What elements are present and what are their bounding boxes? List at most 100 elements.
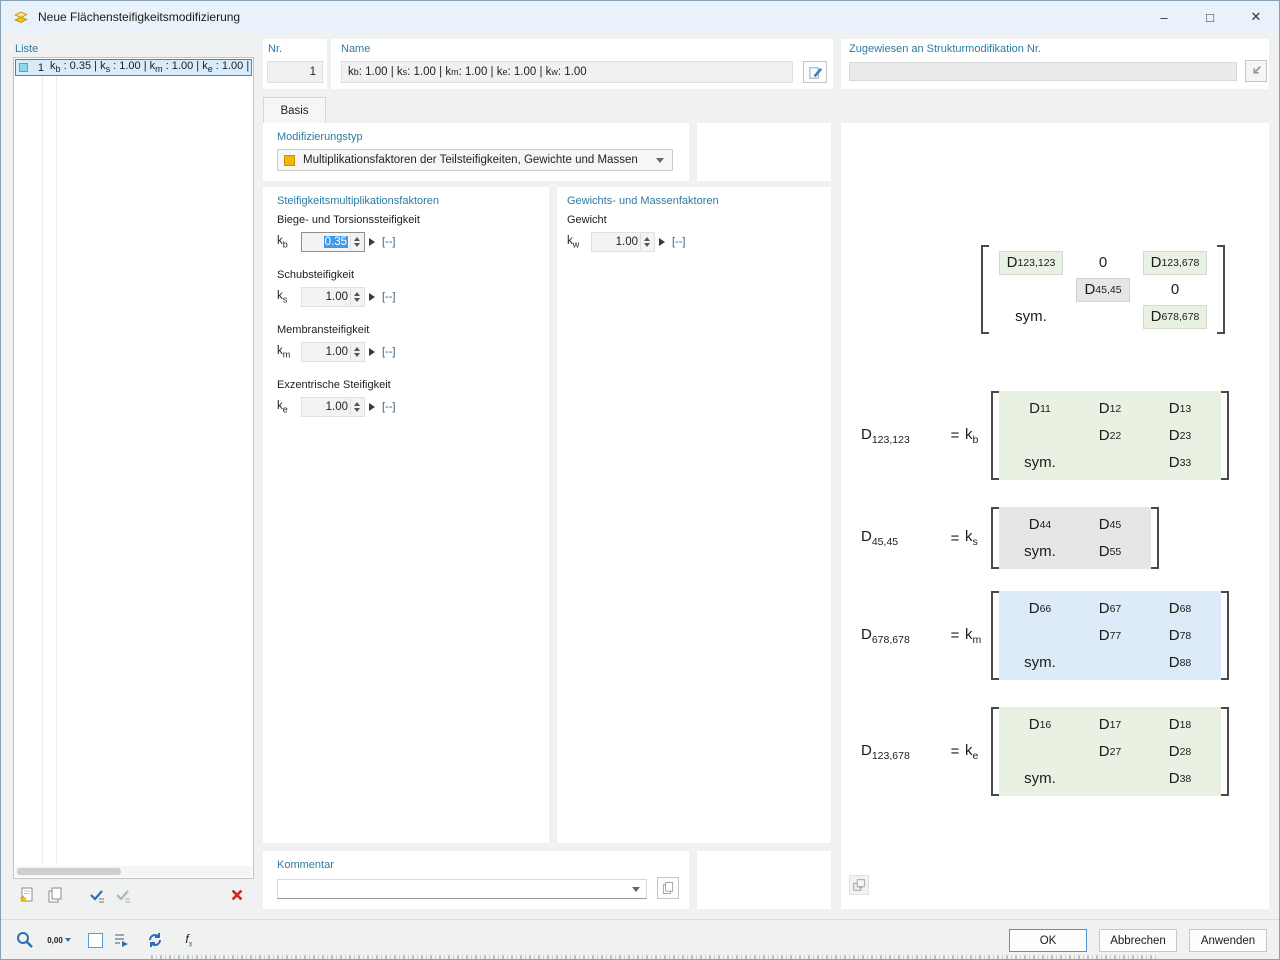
refresh-button[interactable] <box>143 928 167 952</box>
color-box-icon <box>88 933 103 948</box>
copy-icon <box>46 886 64 904</box>
apply-button[interactable]: Anwenden <box>1189 929 1267 952</box>
ks-detail-button[interactable] <box>369 293 375 301</box>
ke-spinner[interactable] <box>350 399 363 415</box>
ks-input[interactable]: 1.00 <box>301 287 365 307</box>
cancel-button[interactable]: Abbrechen <box>1099 929 1177 952</box>
graphic-options-button[interactable] <box>849 875 869 895</box>
ke-detail-button[interactable] <box>369 403 375 411</box>
equation-kb: D123,123 = kb D11D12D13D22D23sym.D33 <box>861 391 1229 480</box>
pencil-icon <box>808 65 823 80</box>
overview-matrix: D123,1230D123,678D45,450sym.D678,678 <box>981 245 1225 334</box>
km-row: km 1.00 [--] <box>277 342 395 362</box>
pick-arrow-icon <box>1249 64 1263 78</box>
kw-detail-button[interactable] <box>659 238 665 246</box>
kb-matrix: D11D12D13D22D23sym.D33 <box>991 391 1229 480</box>
weight-panel: Gewichts- und Massenfaktoren Gewicht kw … <box>557 187 831 843</box>
ok-button[interactable]: OK <box>1009 929 1087 952</box>
formula-button[interactable]: fx <box>177 928 201 952</box>
delete-item-button[interactable] <box>227 885 247 905</box>
spacer-panel <box>697 123 831 181</box>
assign-pick-button[interactable] <box>1245 60 1267 82</box>
name-field[interactable]: kb : 1.00 | ks : 1.00 | km : 1.00 | ke :… <box>341 61 793 83</box>
km-matrix: D66D67D68D77D78sym.D88 <box>991 591 1229 680</box>
stiffness-panel: Steifigkeitsmultiplikationsfaktoren Bieg… <box>263 187 549 843</box>
ks-spinner[interactable] <box>350 289 363 305</box>
modification-type-select[interactable]: Multiplikationsfaktoren der Teilsteifigk… <box>277 149 673 171</box>
ks-matrix: D44D45sym.D55 <box>991 507 1159 569</box>
new-item-button[interactable] <box>17 885 37 905</box>
spin-down-icon <box>644 243 650 247</box>
factor-label: ke <box>965 742 991 762</box>
spacer-panel <box>697 851 831 909</box>
comment-copy-button[interactable] <box>657 877 679 899</box>
kb-label: kb <box>277 235 301 249</box>
comment-combobox[interactable] <box>277 879 647 899</box>
chevron-down-icon <box>656 158 664 163</box>
chevron-down-icon <box>632 887 640 892</box>
close-button[interactable]: ✕ <box>1233 1 1279 33</box>
ke-label: ke <box>277 400 301 414</box>
km-label: km <box>277 345 301 359</box>
modification-list[interactable]: 1 kb : 0.35 | ks : 1.00 | km : 1.00 | ke… <box>13 57 254 879</box>
nr-field[interactable]: 1 <box>267 61 323 83</box>
copy-icon <box>661 881 675 895</box>
kb-spinner[interactable] <box>350 234 363 250</box>
tab-basis[interactable]: Basis <box>263 97 326 123</box>
decimal-places-icon: 0,00 <box>47 936 63 945</box>
spin-down-icon <box>354 243 360 247</box>
list-item[interactable]: 1 kb : 0.35 | ks : 1.00 | km : 1.00 | ke… <box>15 59 252 76</box>
statusbar-divider <box>1 919 1279 920</box>
list-horizontal-scrollbar[interactable] <box>15 866 252 877</box>
arrow-right-icon <box>369 238 375 246</box>
factor-label: ks <box>965 528 991 548</box>
km-input[interactable]: 1.00 <box>301 342 365 362</box>
titlebar[interactable]: Neue Flächensteifigkeitsmodifizierung – … <box>1 1 1279 33</box>
ke-group-label: Exzentrische Steifigkeit <box>277 379 391 391</box>
ke-input[interactable]: 1.00 <box>301 397 365 417</box>
display-color-button[interactable] <box>83 928 107 952</box>
assign-label: Zugewiesen an Strukturmodifikation Nr. <box>849 43 1041 55</box>
matrix-graphic-panel: D123,1230D123,678D45,450sym.D678,678 D12… <box>841 123 1269 909</box>
kw-spinner[interactable] <box>640 234 653 250</box>
uncheck-all-button[interactable] <box>113 885 133 905</box>
spin-up-icon <box>354 292 360 296</box>
km-detail-button[interactable] <box>369 348 375 356</box>
kw-row: kw 1.00 [--] <box>567 232 685 252</box>
list-column-divider <box>56 58 57 864</box>
name-edit-button[interactable] <box>803 61 827 83</box>
name-panel: Name kb : 1.00 | ks : 1.00 | km : 1.00 |… <box>331 39 833 89</box>
ks-unit: [--] <box>382 291 395 303</box>
kw-input[interactable]: 1.00 <box>591 232 655 252</box>
kb-unit: [--] <box>382 236 395 248</box>
refresh-icon <box>146 931 164 949</box>
scrollbar-thumb[interactable] <box>17 868 121 875</box>
list-settings-button[interactable] <box>109 928 133 952</box>
km-spinner[interactable] <box>350 344 363 360</box>
equals-sign: = <box>945 627 965 644</box>
spin-up-icon <box>354 347 360 351</box>
minimize-button[interactable]: – <box>1141 1 1187 33</box>
check-all-button[interactable] <box>87 885 107 905</box>
kb-group-label: Biege- und Torsionssteifigkeit <box>277 214 420 226</box>
kw-label: kw <box>567 235 591 249</box>
find-object-button[interactable] <box>13 928 37 952</box>
comment-panel: Kommentar <box>263 851 689 909</box>
factor-label: kb <box>965 426 991 446</box>
item-text: kb : 0.35 | ks : 1.00 | km : 1.00 | ke :… <box>50 60 251 74</box>
km-unit: [--] <box>382 346 395 358</box>
kb-input[interactable]: 0.35 <box>301 232 365 252</box>
formula-icon: fx <box>185 931 192 949</box>
maximize-button[interactable]: □ <box>1187 1 1233 33</box>
kb-detail-button[interactable] <box>369 238 375 246</box>
type-color-swatch <box>284 155 295 166</box>
list-column-divider <box>42 58 43 864</box>
matrix-term-label: D123,123 <box>861 426 945 446</box>
decimal-places-button[interactable]: 0,00 <box>47 928 71 952</box>
ks-label: ks <box>277 290 301 304</box>
matrix-term-label: D678,678 <box>861 626 945 646</box>
assign-field[interactable] <box>849 62 1237 81</box>
search-icon <box>15 930 35 950</box>
copy-item-button[interactable] <box>45 885 65 905</box>
spin-down-icon <box>354 298 360 302</box>
